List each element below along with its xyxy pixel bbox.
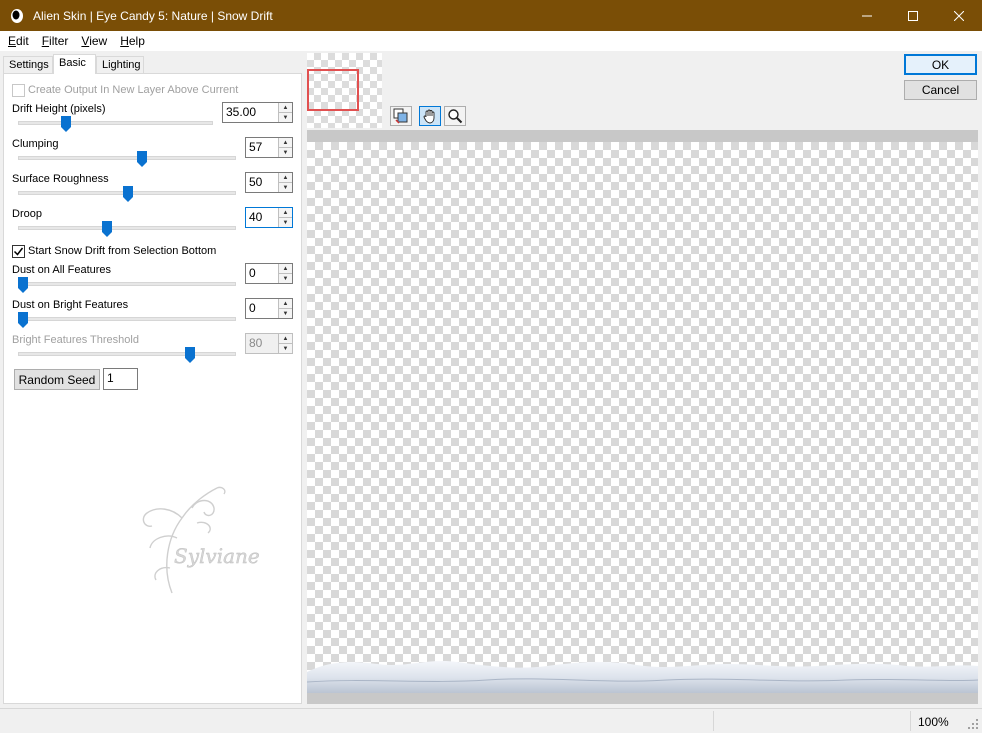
spin-down-icon[interactable]: ▼ [279, 147, 292, 157]
compare-tool-button[interactable] [390, 106, 412, 126]
clumping-value[interactable]: 57 [246, 138, 278, 157]
spin-down-icon[interactable]: ▼ [279, 217, 292, 227]
magnifier-icon [448, 109, 463, 124]
drift-height-slider-thumb[interactable] [61, 116, 71, 132]
random-seed-button[interactable]: Random Seed [14, 369, 100, 390]
spin-up-icon[interactable]: ▲ [279, 103, 292, 112]
clumping-label: Clumping [12, 138, 59, 150]
menu-help[interactable]: Help [112, 34, 150, 48]
start-from-selection-label: Start Snow Drift from Selection Bottom [28, 245, 217, 257]
menu-edit[interactable]: Edit [0, 34, 34, 48]
tab-lighting[interactable]: Lighting [96, 56, 144, 74]
window-title: Alien Skin | Eye Candy 5: Nature | Snow … [33, 8, 273, 23]
create-output-checkbox[interactable] [12, 84, 25, 97]
zoom-tool-button[interactable] [444, 106, 466, 126]
spin-down-icon[interactable]: ▼ [279, 112, 292, 122]
dust-all-label: Dust on All Features [12, 264, 112, 276]
spin-down-icon[interactable]: ▼ [279, 308, 292, 318]
bright-threshold-slider-track[interactable] [18, 352, 236, 356]
droop-spinbox[interactable]: 40 ▲ ▼ [245, 207, 293, 228]
surface-roughness-slider-thumb[interactable] [123, 186, 133, 202]
spin-up-icon[interactable]: ▲ [279, 173, 292, 182]
clumping-slider-track[interactable] [18, 156, 236, 160]
dust-all-slider-thumb[interactable] [18, 277, 28, 293]
drift-height-label: Drift Height (pixels) [12, 103, 106, 115]
resize-grip-icon[interactable] [967, 718, 979, 730]
surface-roughness-label: Surface Roughness [12, 173, 109, 185]
spin-down-icon[interactable]: ▼ [279, 273, 292, 283]
preview-bottom-border [307, 693, 978, 704]
drift-height-spinbox[interactable]: 35.00 ▲ ▼ [222, 102, 293, 123]
menu-bar: Edit Filter View Help [0, 31, 982, 51]
spin-up-icon[interactable]: ▲ [279, 299, 292, 308]
droop-label: Droop [12, 208, 42, 220]
before-after-icon [393, 108, 408, 124]
dust-bright-slider-track[interactable] [18, 317, 236, 321]
bright-threshold-label: Bright Features Threshold [12, 334, 139, 346]
status-bar: 100% [0, 708, 982, 733]
create-output-label: Create Output In New Layer Above Current [28, 84, 239, 96]
status-separator [713, 711, 714, 731]
dust-bright-label: Dust on Bright Features [12, 299, 129, 311]
spin-up-icon[interactable]: ▲ [279, 208, 292, 217]
ok-button[interactable]: OK [904, 54, 977, 75]
clumping-spinbox[interactable]: 57 ▲ ▼ [245, 137, 293, 158]
bright-threshold-slider-thumb[interactable] [185, 347, 195, 363]
dust-all-slider-track[interactable] [18, 282, 236, 286]
bright-threshold-value[interactable]: 80 [246, 334, 278, 353]
status-separator [910, 711, 911, 731]
close-button[interactable] [936, 0, 982, 31]
random-seed-input[interactable]: 1 [103, 368, 138, 390]
surface-roughness-spinbox[interactable]: 50 ▲ ▼ [245, 172, 293, 193]
dust-bright-value[interactable]: 0 [246, 299, 278, 318]
spin-up-icon[interactable]: ▲ [279, 334, 292, 343]
drift-height-value[interactable]: 35.00 [223, 103, 278, 122]
spin-up-icon[interactable]: ▲ [279, 138, 292, 147]
watermark-text: Sylviane [174, 544, 260, 568]
minimize-button[interactable] [844, 0, 890, 31]
navigator-view-frame[interactable] [307, 69, 359, 111]
hand-tool-button[interactable] [419, 106, 441, 126]
checkmark-icon [13, 247, 24, 256]
zoom-level: 100% [918, 715, 949, 729]
dust-bright-spinbox[interactable]: 0 ▲ ▼ [245, 298, 293, 319]
bright-threshold-spinbox[interactable]: 80 ▲ ▼ [245, 333, 293, 354]
spin-up-icon[interactable]: ▲ [279, 264, 292, 273]
spin-down-icon[interactable]: ▼ [279, 343, 292, 353]
menu-filter[interactable]: Filter [34, 34, 74, 48]
maximize-icon [908, 10, 918, 21]
minimize-icon [862, 15, 872, 16]
hand-icon [423, 109, 435, 124]
droop-slider-track[interactable] [18, 226, 236, 230]
preview-canvas[interactable] [307, 142, 978, 694]
dust-bright-slider-thumb[interactable] [18, 312, 28, 328]
sylviane-watermark-logo: Sylviane [142, 486, 260, 594]
start-from-selection-checkbox[interactable] [12, 245, 25, 258]
maximize-button[interactable] [890, 0, 936, 31]
surface-roughness-value[interactable]: 50 [246, 173, 278, 192]
preview-top-border [307, 130, 978, 142]
droop-value[interactable]: 40 [246, 208, 278, 227]
droop-slider-thumb[interactable] [102, 221, 112, 237]
cancel-button[interactable]: Cancel [904, 80, 977, 100]
menu-view[interactable]: View [73, 34, 112, 48]
dust-all-value[interactable]: 0 [246, 264, 278, 283]
title-bar: Alien Skin | Eye Candy 5: Nature | Snow … [0, 0, 982, 31]
alien-skin-logo-icon [11, 8, 23, 23]
spin-down-icon[interactable]: ▼ [279, 182, 292, 192]
dust-all-spinbox[interactable]: 0 ▲ ▼ [245, 263, 293, 284]
close-icon [954, 10, 964, 21]
snow-drift-preview [307, 661, 978, 694]
tab-settings[interactable]: Settings [3, 56, 53, 74]
clumping-slider-thumb[interactable] [137, 151, 147, 167]
drift-height-slider-track[interactable] [18, 121, 213, 125]
tab-basic[interactable]: Basic [53, 54, 96, 74]
